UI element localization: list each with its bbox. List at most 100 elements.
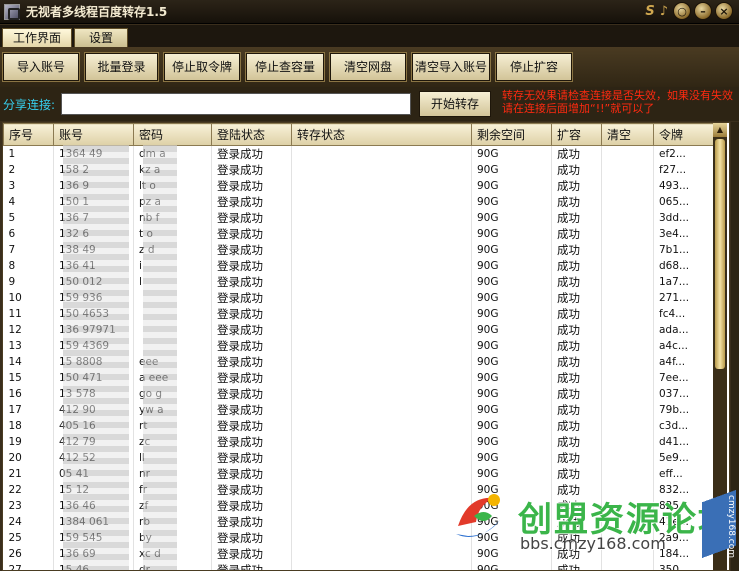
col-clear-cell	[601, 258, 654, 274]
col-index-cell: 27	[3, 562, 54, 570]
col-token-cell: ef2...	[653, 145, 717, 162]
col-login-status-cell: 登录成功	[211, 145, 292, 162]
col-free-space-cell: 90G	[471, 466, 552, 482]
col-free-space-cell: 90G	[471, 354, 552, 370]
col-clear-cell	[601, 434, 654, 450]
col-expand-cell: 成功	[551, 546, 602, 562]
col-index-header[interactable]: 序号	[3, 123, 54, 146]
col-expand-header[interactable]: 扩容	[551, 123, 602, 146]
window-frame-edge	[731, 122, 739, 571]
col-token-cell: 350...	[653, 562, 717, 570]
restore-button[interactable]: ○	[673, 2, 691, 20]
col-clear-cell	[601, 226, 654, 242]
col-expand-cell: 成功	[551, 562, 602, 570]
col-expand-cell: 成功	[551, 145, 602, 162]
col-index-cell: 23	[3, 498, 54, 514]
col-index-cell: 26	[3, 546, 54, 562]
clear-imported-accounts-button[interactable]: 清空导入账号	[411, 52, 491, 82]
col-expand-cell: 成功	[551, 386, 602, 402]
col-index-cell: 15	[3, 370, 54, 386]
col-token-cell: d68...	[653, 258, 717, 274]
import-accounts-button[interactable]: 导入账号	[2, 52, 80, 82]
col-account-header[interactable]: 账号	[53, 123, 134, 146]
col-login-status-cell: 登录成功	[211, 498, 292, 514]
col-transfer-status-header[interactable]: 转存状态	[291, 123, 472, 146]
vertical-scrollbar[interactable]: ▲	[713, 123, 727, 570]
col-expand-cell: 成功	[551, 482, 602, 498]
col-index-cell: 1	[3, 145, 54, 162]
col-free-space-header[interactable]: 剩余空间	[471, 123, 552, 146]
col-clear-cell	[601, 274, 654, 290]
window-controls: S ♪ ○ – ×	[645, 2, 733, 20]
stop-token-button[interactable]: 停止取令牌	[163, 52, 241, 82]
music-icon[interactable]: ♪	[660, 4, 668, 19]
col-token-cell: 493...	[653, 178, 717, 194]
col-transfer-status-cell	[291, 514, 472, 530]
skin-icon[interactable]: S	[645, 4, 654, 19]
start-transfer-button[interactable]: 开始转存	[419, 91, 491, 117]
col-token-cell: fc4...	[653, 306, 717, 322]
app-icon	[4, 3, 20, 20]
col-index-cell: 11	[3, 306, 54, 322]
col-index-cell: 9	[3, 274, 54, 290]
col-clear-cell	[601, 178, 654, 194]
col-expand-cell: 成功	[551, 450, 602, 466]
col-clear-cell	[601, 386, 654, 402]
col-free-space-cell: 90G	[471, 162, 552, 178]
tab-settings[interactable]: 设置	[74, 28, 129, 47]
col-free-space-cell: 90G	[471, 242, 552, 258]
col-clear-cell	[601, 530, 654, 546]
col-expand-cell: 成功	[551, 306, 602, 322]
tab-workspace[interactable]: 工作界面	[2, 28, 73, 47]
col-token-cell: d41...	[653, 434, 717, 450]
col-free-space-cell: 90G	[471, 210, 552, 226]
col-transfer-status-cell	[291, 290, 472, 306]
col-index-cell: 7	[3, 242, 54, 258]
title-bar: 无视者多线程百度转存1.5 S ♪ ○ – ×	[0, 0, 739, 24]
col-expand-cell: 成功	[551, 514, 602, 530]
col-expand-cell: 成功	[551, 354, 602, 370]
col-clear-header[interactable]: 清空	[601, 123, 654, 146]
clear-netdisk-button[interactable]: 清空网盘	[329, 52, 407, 82]
scroll-up-arrow-icon[interactable]: ▲	[713, 123, 727, 137]
share-link-input[interactable]	[61, 93, 411, 115]
col-transfer-status-cell	[291, 562, 472, 570]
col-free-space-cell: 90G	[471, 514, 552, 530]
col-expand-cell: 成功	[551, 194, 602, 210]
col-clear-cell	[601, 306, 654, 322]
close-button[interactable]: ×	[715, 2, 733, 20]
col-password-header[interactable]: 密码	[133, 123, 212, 146]
col-index-cell: 13	[3, 338, 54, 354]
col-login-status-cell: 登录成功	[211, 562, 292, 570]
col-index-cell: 2	[3, 162, 54, 178]
col-expand-cell: 成功	[551, 322, 602, 338]
batch-login-button[interactable]: 批量登录	[84, 52, 159, 82]
col-token-header[interactable]: 令牌	[653, 123, 717, 146]
col-clear-cell	[601, 450, 654, 466]
col-transfer-status-cell	[291, 242, 472, 258]
scroll-thumb[interactable]	[715, 139, 725, 369]
col-token-cell: 832...	[653, 482, 717, 498]
col-clear-cell	[601, 145, 654, 162]
share-bar: 分享连接: 开始转存 转存无效果请检查连接是否失效，如果没有失效请在连接后面增加…	[0, 87, 739, 121]
privacy-blur-account	[63, 145, 129, 570]
col-token-cell: 1a7...	[653, 274, 717, 290]
accounts-table[interactable]: 序号账号密码登陆状态转存状态剩余空间扩容清空令牌 11364 49dm a登录成…	[2, 122, 730, 571]
col-transfer-status-cell	[291, 194, 472, 210]
col-token-cell: a4f...	[653, 354, 717, 370]
col-clear-cell	[601, 546, 654, 562]
col-login-status-header[interactable]: 登陆状态	[211, 123, 292, 146]
stop-expand-button[interactable]: 停止扩容	[495, 52, 573, 82]
col-clear-cell	[601, 482, 654, 498]
stop-capacity-check-button[interactable]: 停止查容量	[245, 52, 325, 82]
col-index-cell: 6	[3, 226, 54, 242]
col-index-cell: 22	[3, 482, 54, 498]
col-expand-cell: 成功	[551, 338, 602, 354]
col-login-status-cell: 登录成功	[211, 354, 292, 370]
col-index-cell: 16	[3, 386, 54, 402]
col-free-space-cell: 90G	[471, 498, 552, 514]
minimize-button[interactable]: –	[694, 2, 712, 20]
col-expand-cell: 成功	[551, 498, 602, 514]
col-token-cell: 3dd...	[653, 210, 717, 226]
col-login-status-cell: 登录成功	[211, 162, 292, 178]
